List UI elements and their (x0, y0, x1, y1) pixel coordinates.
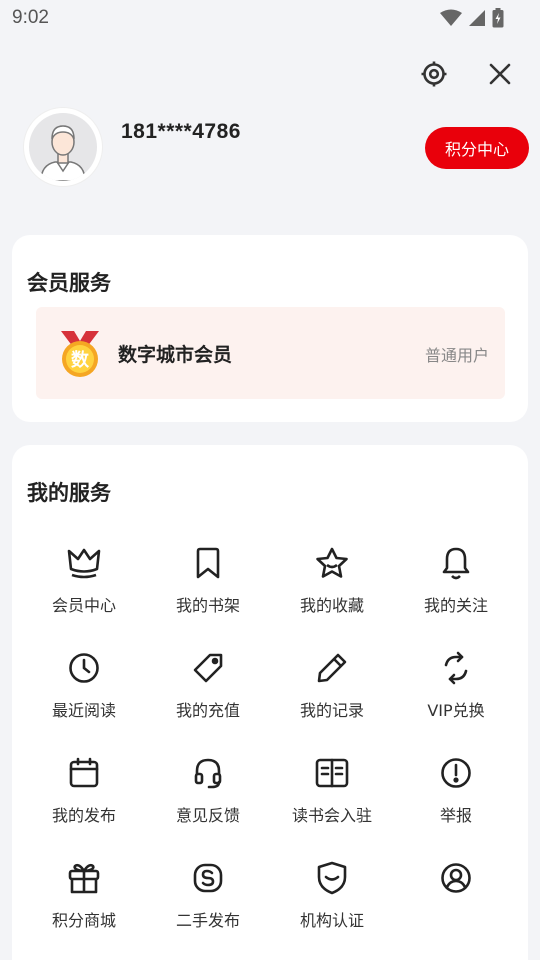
status-icons (440, 8, 504, 28)
points-center-button[interactable]: 积分中心 (425, 127, 529, 169)
book-open-icon (315, 758, 349, 788)
service-label: VIP兑换 (427, 701, 485, 720)
service-label: 意见反馈 (175, 806, 240, 825)
signal-icon (469, 10, 485, 26)
service-label: 我的记录 (299, 701, 364, 720)
vip-service-title: 会员服务 (27, 271, 111, 295)
refresh-icon (444, 651, 468, 685)
service-bookshelf[interactable]: 我的书架 (146, 545, 270, 650)
my-services-card: 我的服务 会员中心 我的书架 我的收藏 我的关注 最近阅读 我的充值 我的记录 (12, 445, 528, 960)
service-following[interactable]: 我的关注 (394, 545, 518, 650)
alert-icon (441, 758, 471, 788)
service-report[interactable]: 举报 (394, 755, 518, 860)
vip-membership-row[interactable]: 数 数字城市会员 普通用户 (36, 307, 505, 399)
services-grid: 会员中心 我的书架 我的收藏 我的关注 最近阅读 我的充值 我的记录 VIP兑换… (22, 545, 518, 960)
secondhand-icon (193, 863, 223, 893)
user-phone: 181****4786 (121, 120, 241, 143)
service-my-posts[interactable]: 我的发布 (22, 755, 146, 860)
service-label: 二手发布 (175, 911, 240, 930)
avatar-image (29, 113, 97, 181)
pencil-icon (317, 653, 347, 683)
service-label: 我的充值 (175, 701, 240, 720)
service-recent-reading[interactable]: 最近阅读 (22, 650, 146, 755)
service-label: 积分商城 (51, 911, 116, 930)
service-vip-exchange[interactable]: VIP兑换 (394, 650, 518, 755)
service-secondhand[interactable]: 二手发布 (146, 860, 270, 960)
service-label: 我的关注 (423, 596, 488, 615)
service-label: 我的书架 (175, 596, 240, 615)
battery-icon (492, 8, 504, 28)
service-vip-center[interactable]: 会员中心 (22, 545, 146, 650)
service-org-verify[interactable]: 机构认证 (270, 860, 394, 960)
medal-icon: 数 (61, 331, 99, 377)
vip-membership-level: 普通用户 (424, 346, 489, 365)
vip-service-card: 会员服务 数 数字城市会员 普通用户 (12, 235, 528, 422)
tag-icon (193, 653, 223, 683)
service-recharge[interactable]: 我的充值 (146, 650, 270, 755)
service-points-mall[interactable]: 积分商城 (22, 860, 146, 960)
settings-button[interactable] (418, 58, 450, 90)
service-reading-club[interactable]: 读书会入驻 (270, 755, 394, 860)
service-label: 举报 (439, 806, 472, 825)
service-favorites[interactable]: 我的收藏 (270, 545, 394, 650)
star-icon (316, 547, 348, 578)
service-account[interactable] (394, 860, 518, 960)
close-icon (489, 63, 511, 85)
gift-icon (68, 863, 100, 894)
vip-membership-name: 数字城市会员 (118, 344, 233, 366)
service-records[interactable]: 我的记录 (270, 650, 394, 755)
service-label: 我的发布 (51, 806, 116, 825)
close-button[interactable] (484, 58, 516, 90)
user-circle-icon (441, 863, 471, 893)
crown-icon (67, 548, 101, 579)
gear-icon (421, 61, 447, 87)
bell-icon (442, 547, 470, 580)
wifi-icon (440, 9, 462, 26)
status-bar: 9:02 (0, 0, 540, 36)
service-label: 最近阅读 (51, 701, 116, 720)
clock-icon (69, 653, 99, 683)
headset-icon (194, 758, 222, 789)
service-label: 会员中心 (51, 596, 116, 615)
service-label: 读书会入驻 (291, 806, 372, 825)
service-feedback[interactable]: 意见反馈 (146, 755, 270, 860)
medal-badge-char: 数 (71, 349, 90, 371)
service-label: 机构认证 (299, 911, 364, 930)
service-label: 我的收藏 (299, 596, 364, 615)
shield-check-icon (317, 861, 347, 895)
top-actions (418, 58, 516, 90)
avatar[interactable] (24, 108, 102, 186)
status-time: 9:02 (12, 7, 49, 28)
profile-header: 181****4786 积分中心 (24, 108, 529, 188)
bookmark-icon (196, 547, 220, 579)
person-icon (40, 125, 86, 181)
calendar-icon (69, 757, 99, 788)
my-services-title: 我的服务 (27, 481, 111, 505)
